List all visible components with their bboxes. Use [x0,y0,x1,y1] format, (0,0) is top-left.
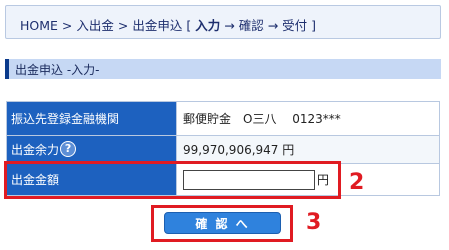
bank-label: 振込先登録金融機関 [6,101,177,136]
breadcrumb-deposit-withdrawal[interactable]: 入出金 [76,18,114,33]
breadcrumb: HOME > 入出金 > 出金申込 [ 入力 → 確認 → 受付 ] [20,15,316,34]
breadcrumb-separator: > [117,18,129,33]
breadcrumb-withdrawal-application: 出金申込 [132,18,183,33]
table-row: 出金余力? 99,970,906,947 円 [6,135,440,164]
breadcrumb-box: HOME > 入出金 > 出金申込 [ 入力 → 確認 → 受付 ] [5,5,441,39]
table-row: 振込先登録金融機関 郵便貯金 O三八 0123*** [6,101,440,136]
breadcrumb-separator: > [61,18,73,33]
step-accepted: 受付 [282,18,308,33]
available-value: 99,970,906,947 円 [176,135,440,164]
annotation-number-3: 3 [306,210,322,235]
steps-open-bracket: [ [186,18,192,33]
step-arrow: → [267,18,279,33]
available-label-cell: 出金余力? [6,135,177,164]
section-header: 出金申込 -入力- [5,59,441,79]
breadcrumb-home-link[interactable]: HOME [20,18,58,33]
confirm-button[interactable]: 確 認 へ [164,212,281,234]
available-label: 出金余力 [11,143,60,157]
highlight-box-amount [4,161,341,199]
bank-value: 郵便貯金 O三八 0123*** [176,101,440,136]
annotation-number-2: 2 [349,170,365,195]
question-circle-icon[interactable]: ? [60,141,77,157]
steps-close-bracket: ] [311,18,317,33]
step-input-current: 入力 [195,18,221,33]
step-arrow: → [224,18,235,33]
section-title: 出金申込 -入力- [15,63,100,77]
step-confirm: 確認 [238,18,264,33]
